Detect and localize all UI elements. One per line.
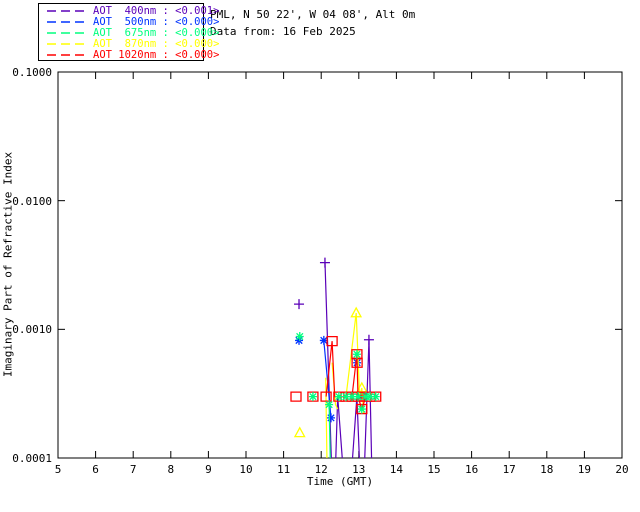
x-tick-label: 11	[276, 463, 291, 476]
plot-header: PML, N 50 22', W 04 08', Alt 0m Data from…	[210, 6, 415, 40]
data-marker-675nm	[325, 400, 334, 410]
x-tick-label: 13	[352, 463, 366, 476]
x-tick-label: 16	[464, 463, 479, 476]
legend-item: AOT 400nm : <0.001>	[39, 5, 219, 17]
x-axis-label: Time (GMT)	[306, 475, 374, 488]
x-tick-label: 19	[577, 463, 592, 476]
legend-dash-sample	[47, 53, 87, 56]
data-marker-675nm	[295, 331, 304, 341]
legend-item: AOT 870nm : <0.000>	[39, 38, 219, 50]
data-marker-675nm	[334, 392, 343, 402]
x-tick-label: 20	[615, 463, 629, 476]
data-marker-675nm	[308, 392, 317, 402]
y-tick-label: 0.1000	[12, 66, 52, 79]
x-tick-label: 7	[129, 463, 137, 476]
site-location-text: PML, N 50 22', W 04 08', Alt 0m	[210, 8, 416, 21]
data-marker-675nm	[352, 349, 361, 359]
x-tick-label: 8	[167, 463, 175, 476]
legend-item-label: AOT 1020nm : <0.000>	[93, 48, 220, 61]
legend-dash-sample	[47, 42, 87, 45]
x-tick-label: 14	[389, 463, 404, 476]
x-tick-label: 17	[502, 463, 516, 476]
data-marker-400nm	[319, 257, 330, 268]
x-tick-label: 9	[205, 463, 212, 476]
aeronet-refractive-index-plot: AOT 400nm : <0.001> AOT 500nm : <0.000> AO…	[0, 0, 640, 512]
legend-box: AOT 400nm : <0.001> AOT 500nm : <0.000> AO…	[38, 3, 219, 61]
x-tick-label: 12	[314, 463, 328, 476]
y-tick-label: 0.0100	[12, 194, 52, 208]
y-tick-label: 0.0001	[12, 452, 52, 465]
x-tick-label: 6	[92, 463, 99, 476]
data-marker-675nm	[354, 392, 363, 402]
chart-canvas	[57, 71, 623, 459]
data-marker-675nm	[371, 392, 380, 402]
data-marker-400nm	[294, 299, 305, 310]
legend-dash-sample	[47, 31, 87, 34]
y-axis-label: Imaginary Part of Refractive Index	[1, 151, 15, 378]
series-line-870nm	[325, 377, 328, 458]
data-marker-400nm	[363, 334, 374, 345]
data-marker-870nm	[293, 426, 306, 438]
legend-dash-sample	[47, 9, 87, 12]
plot-frame	[57, 71, 623, 459]
legend-item: AOT 500nm : <0.000>	[39, 16, 219, 28]
data-marker-500nm	[326, 413, 335, 423]
legend-dash-sample	[47, 20, 87, 23]
data-marker-1020nm	[290, 391, 302, 402]
legend-item: AOT 1020nm : <0.000>	[39, 49, 219, 61]
x-tick-label: 10	[239, 463, 253, 476]
data-marker-675nm	[357, 404, 366, 414]
x-tick-label: 15	[427, 463, 441, 476]
legend-item: AOT 675nm : <0.000>	[39, 27, 219, 39]
x-tick-label: 18	[540, 463, 554, 476]
data-date-text: Data from: 16 Feb 2025	[210, 25, 356, 38]
y-tick-label: 0.0010	[12, 323, 52, 337]
